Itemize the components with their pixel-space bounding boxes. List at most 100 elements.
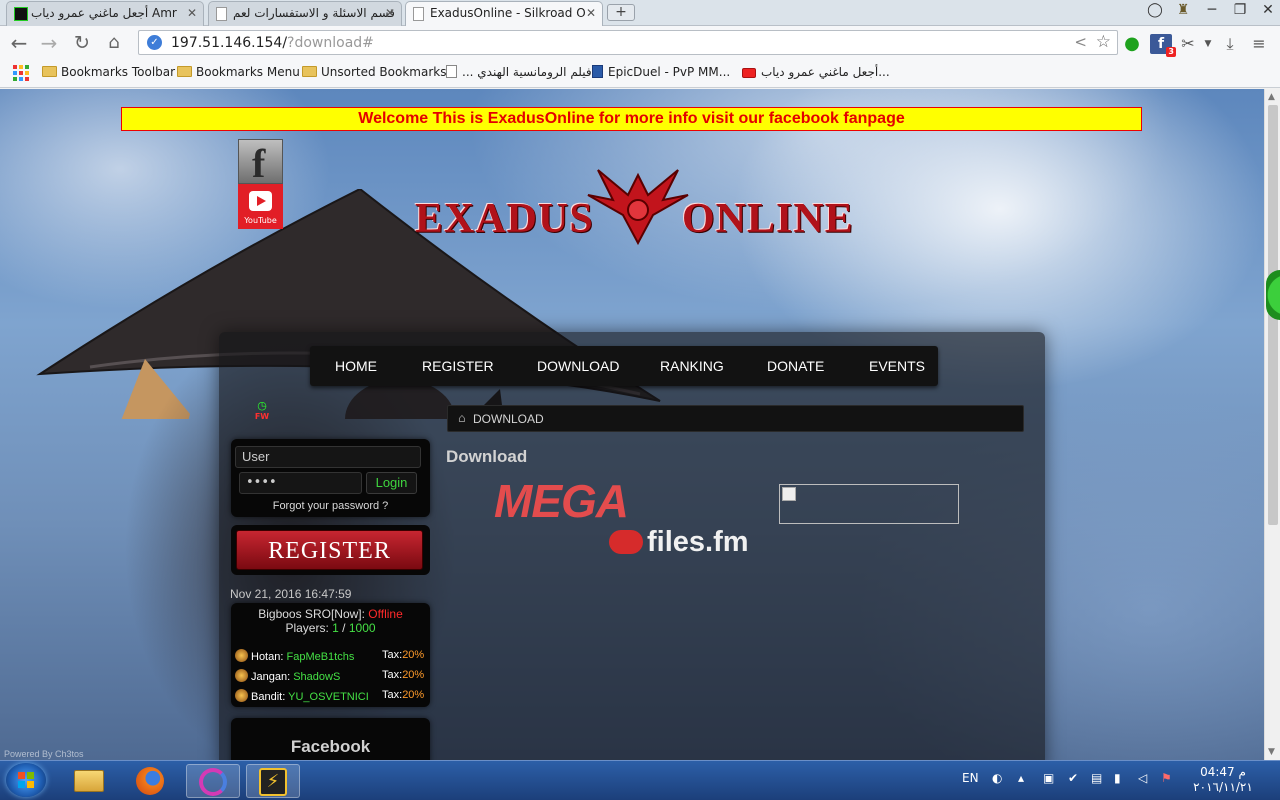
new-tab-button[interactable]: + — [607, 4, 635, 21]
username-input[interactable]: User — [235, 446, 421, 468]
bookmark-link[interactable]: ... فيلم الرومانسية الهندي — [446, 65, 592, 79]
tray-app-icon[interactable]: ▣ — [1043, 771, 1054, 785]
download-icon[interactable]: ⤓ — [1219, 34, 1241, 54]
chat-icon[interactable]: ◯ — [1141, 2, 1169, 18]
tray-bell-icon[interactable]: ▴ — [1018, 771, 1024, 785]
status-badge: Offline — [368, 607, 403, 621]
apps-icon[interactable] — [13, 65, 29, 81]
tray-volume-icon[interactable]: ◁ — [1138, 771, 1147, 785]
home-button[interactable]: ⌂ — [100, 30, 128, 56]
nav-download[interactable]: DOWNLOAD — [537, 358, 619, 374]
broken-image[interactable] — [779, 484, 959, 524]
equalizer-icon — [14, 7, 28, 21]
taskbar-explorer[interactable] — [62, 764, 116, 798]
bookmark-folder[interactable]: Unsorted Bookmarks — [302, 65, 446, 79]
taskbar-clock[interactable]: 04:47 م ٢٠١٦/١١/٢١ — [1188, 765, 1258, 795]
tab-strip: أجعل ماغني عمرو دياب Amr ✕ قسم الاسئلة و… — [0, 0, 1280, 27]
language-indicator[interactable]: EN — [962, 771, 979, 785]
close-window-button[interactable]: ✕ — [1254, 2, 1280, 18]
mega-download-link[interactable]: MEGA — [494, 474, 629, 528]
page-scrollbar[interactable]: ▲ ▼ — [1264, 89, 1280, 760]
guild-emblem-icon — [235, 669, 248, 682]
share-icon[interactable]: < — [1074, 33, 1087, 51]
windows-logo-icon — [18, 772, 34, 788]
tray-help-icon[interactable]: ◐ — [992, 771, 1002, 785]
nav-donate[interactable]: DONATE — [767, 358, 824, 374]
close-icon[interactable]: ✕ — [187, 2, 197, 25]
notification-badge: 3 — [1166, 47, 1176, 57]
nav-register[interactable]: REGISTER — [422, 358, 494, 374]
register-banner-button[interactable]: REGISTER — [236, 530, 423, 570]
powered-by-credit: Powered By Ch3tos — [4, 749, 84, 759]
main-nav: HOME REGISTER DOWNLOAD RANKING DONATE EV… — [310, 346, 938, 386]
scissors-icon[interactable]: ✂ — [1177, 34, 1199, 54]
forgot-password-link[interactable]: Forgot your password ? — [231, 500, 430, 512]
bookmark-link[interactable]: EpicDuel - PvP MM... — [592, 65, 730, 79]
fortress-row-bandit: Bandit: YU_OSVETNICI — [235, 689, 369, 705]
lightning-icon: ⚡ — [259, 768, 287, 796]
tab-exadusonline[interactable]: ExadusOnline - Silkroad O ✕ — [405, 1, 603, 27]
cloud-icon — [609, 530, 643, 554]
nav-events[interactable]: EVENTS — [869, 358, 925, 374]
minimize-button[interactable]: ─ — [1198, 2, 1226, 18]
close-icon[interactable]: ✕ — [385, 2, 395, 25]
taskbar-swirl-app[interactable] — [186, 764, 240, 798]
forward-button[interactable]: → — [35, 30, 63, 56]
site-logo[interactable]: EXADUS ONLINE — [415, 169, 853, 249]
page-info-icon[interactable]: ✓ — [147, 35, 162, 50]
login-button[interactable]: Login — [366, 472, 417, 494]
tab-amr-diab[interactable]: أجعل ماغني عمرو دياب Amr ✕ — [6, 1, 204, 26]
tray-network-icon[interactable]: ▮ — [1114, 771, 1121, 785]
nav-ranking[interactable]: RANKING — [660, 358, 724, 374]
close-icon[interactable]: ✕ — [586, 2, 596, 25]
side-widget-tab[interactable] — [1266, 270, 1280, 320]
facebook-extension-icon[interactable]: f3 — [1150, 34, 1176, 57]
tray-flag-icon[interactable]: ⚑ — [1161, 771, 1172, 785]
fw-label: FW — [254, 412, 270, 421]
tax-bandit: Tax:20% — [382, 689, 425, 701]
tax-jangan: Tax:20% — [382, 669, 425, 681]
tab-label: قسم الاسئلة و الاستفسارات لعم — [233, 6, 395, 20]
menu-icon[interactable]: ≡ — [1248, 34, 1270, 54]
taskbar-firefox[interactable] — [124, 764, 178, 798]
bookmark-star-icon[interactable]: ☆ — [1096, 32, 1111, 52]
bookmark-folder[interactable]: Bookmarks Toolbar — [42, 65, 175, 79]
fw-widget[interactable]: ◷ FW — [253, 399, 271, 425]
filesfm-download-link[interactable]: files.fm — [609, 526, 749, 559]
home-icon[interactable]: ⌂ — [458, 411, 466, 425]
youtube-icon — [742, 68, 756, 78]
guild-emblem-icon — [235, 689, 248, 702]
scroll-up-icon[interactable]: ▲ — [1268, 92, 1275, 102]
tab-label: ExadusOnline - Silkroad O — [430, 6, 586, 20]
password-input[interactable]: •••• — [239, 472, 362, 494]
tab-label: أجعل ماغني عمرو دياب Amr — [31, 6, 177, 20]
bookmark-folder[interactable]: Bookmarks Menu — [177, 65, 300, 79]
facebook-link[interactable]: f — [238, 139, 283, 186]
youtube-link[interactable]: YouTube — [238, 184, 283, 229]
reload-button[interactable]: ↻ — [68, 30, 96, 56]
bookmark-link[interactable]: أجعل ماغني عمرو دياب... — [742, 65, 890, 79]
tray-security-icon[interactable]: ✔ — [1068, 771, 1078, 785]
facebook-icon: f — [252, 141, 266, 186]
address-bar[interactable]: ✓ 197.51.146.154/?download# < ☆ — [138, 30, 1118, 55]
tray-usb-icon[interactable]: ▤ — [1091, 771, 1102, 785]
back-button[interactable]: ← — [5, 30, 33, 56]
facebook-panel-title: Facebook — [290, 737, 371, 756]
fortress-row-hotan: Hotan: FapMeB1tchs — [235, 649, 354, 665]
folder-icon — [42, 66, 57, 77]
clock-date: ٢٠١٦/١١/٢١ — [1193, 780, 1253, 794]
restore-button[interactable]: ❐ — [1226, 2, 1254, 18]
breadcrumb: ⌂ DOWNLOAD — [447, 405, 1024, 432]
whatsapp-icon[interactable]: ● — [1121, 34, 1143, 54]
profile-icon[interactable]: ♜ — [1169, 2, 1197, 18]
chevron-down-icon[interactable]: ▼ — [1197, 34, 1219, 54]
scroll-down-icon[interactable]: ▼ — [1268, 747, 1275, 757]
taskbar-launcher[interactable]: ⚡ — [246, 764, 300, 798]
tab-questions-forum[interactable]: قسم الاسئلة و الاستفسارات لعم ✕ — [208, 1, 402, 26]
folder-icon — [74, 770, 104, 792]
folder-icon — [302, 66, 317, 77]
welcome-banner[interactable]: Welcome This is ExadusOnline for more in… — [121, 107, 1142, 131]
folder-icon — [177, 66, 192, 77]
nav-home[interactable]: HOME — [335, 358, 377, 374]
start-button[interactable] — [6, 763, 46, 797]
